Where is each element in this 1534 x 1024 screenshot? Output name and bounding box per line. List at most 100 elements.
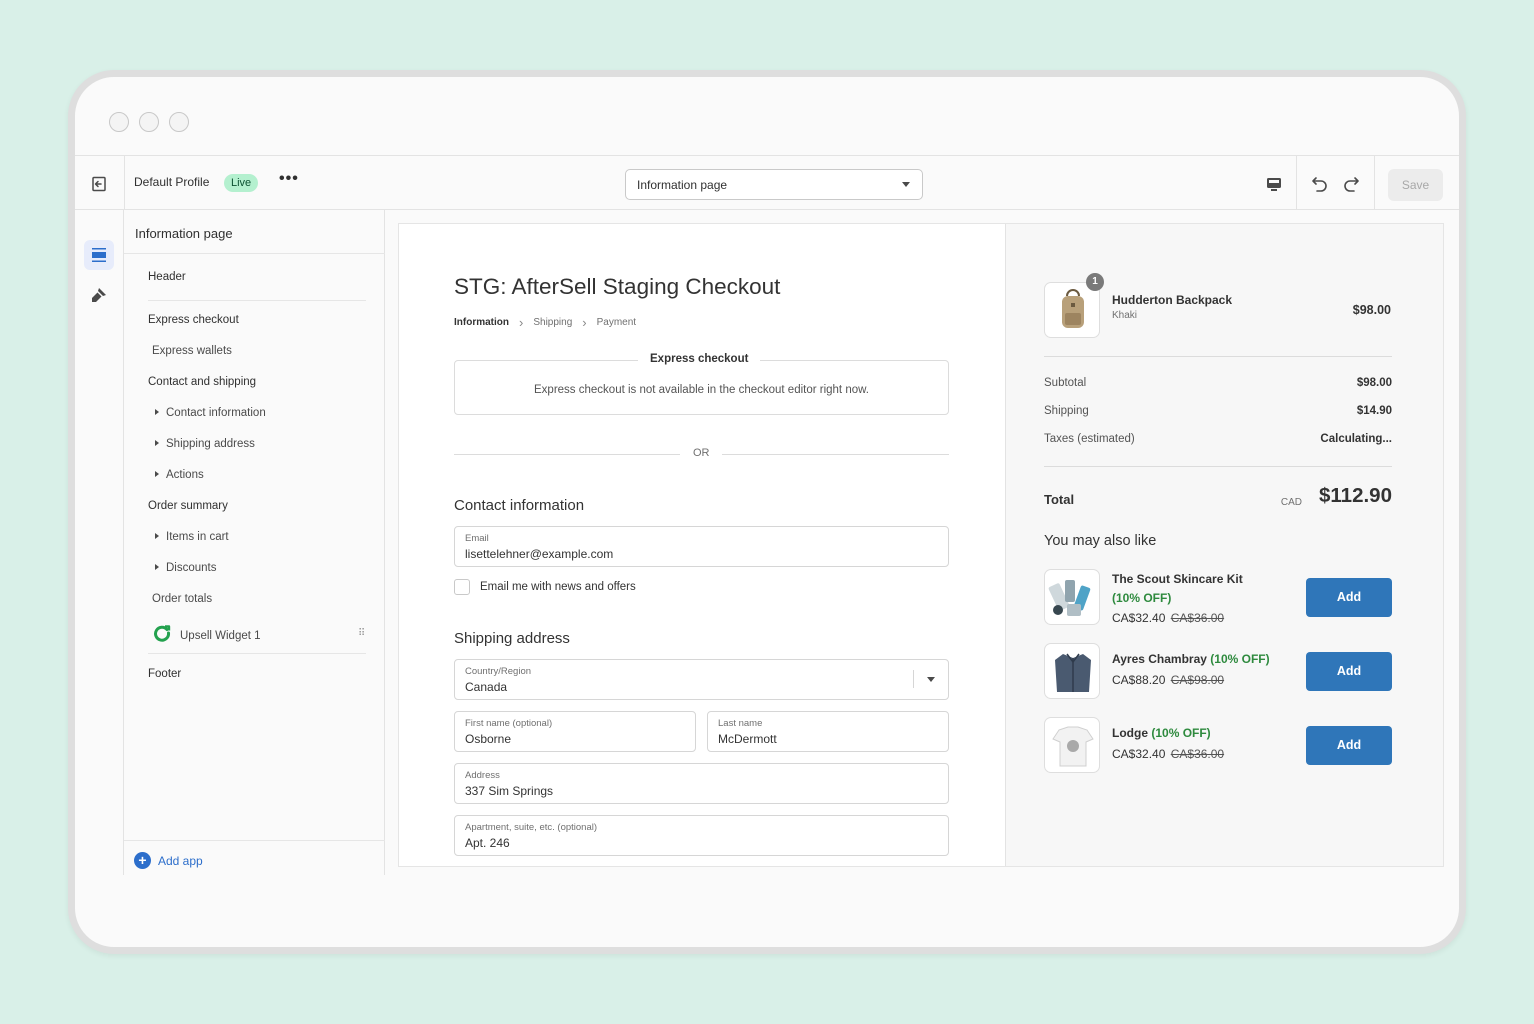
sidebar-item-shipping-address[interactable]: Shipping address [155, 438, 255, 450]
caret-right-icon [155, 409, 159, 415]
sidebar-item-label: Shipping address [166, 438, 255, 450]
first-name-field[interactable]: First name (optional) Osborne [454, 711, 696, 752]
apartment-value: Apt. 246 [465, 836, 510, 850]
total-label: Total [1044, 492, 1075, 507]
sidebar-item-contact-information[interactable]: Contact information [155, 407, 266, 419]
profile-name[interactable]: Default Profile [134, 175, 209, 189]
desktop-preview-icon[interactable] [1263, 173, 1285, 195]
add-upsell-button[interactable]: Add [1306, 578, 1392, 617]
sidebar-item-label: Items in cart [166, 531, 229, 543]
sidebar-item-upsell-widget[interactable]: Upsell Widget 1 [152, 623, 261, 646]
window-minimize-button[interactable] [139, 112, 159, 132]
upsell-name-row: Ayres Chambray (10% OFF) [1112, 652, 1270, 666]
address-field[interactable]: Address 337 Sim Springs [454, 763, 949, 804]
total-currency: CAD [1280, 497, 1302, 508]
window-close-button[interactable] [109, 112, 129, 132]
sidebar-item-label: Upsell Widget 1 [180, 630, 261, 642]
upsell-original-price: CA$36.00 [1170, 611, 1225, 625]
add-upsell-button[interactable]: Add [1306, 726, 1392, 765]
shipping-label: Shipping [1044, 405, 1089, 417]
upsell-price-row: CA$88.20 CA$98.00 [1112, 673, 1224, 687]
apartment-field[interactable]: Apartment, suite, etc. (optional) Apt. 2… [454, 815, 949, 856]
total-amount: $112.90 [1319, 484, 1392, 507]
sidebar-item-actions[interactable]: Actions [155, 469, 204, 481]
divider [1374, 156, 1375, 210]
sidebar-item-discounts[interactable]: Discounts [155, 562, 217, 574]
window-controls [109, 112, 189, 132]
upsell-thumbnail [1044, 717, 1100, 773]
upsell-price: CA$32.40 [1112, 747, 1166, 761]
exit-icon[interactable] [89, 174, 109, 194]
upsell-price: CA$32.40 [1112, 611, 1166, 625]
brush-icon [92, 288, 106, 302]
sidebar-item-items-in-cart[interactable]: Items in cart [155, 531, 229, 543]
add-app-button[interactable]: + Add app [134, 852, 203, 869]
checkbox[interactable] [454, 579, 470, 595]
taxes-row: Taxes (estimated) Calculating... [1044, 433, 1392, 445]
express-checkout-box: Express checkout Express checkout is not… [454, 353, 949, 415]
divider [1044, 466, 1392, 467]
upsell-original-price: CA$36.00 [1170, 747, 1225, 761]
email-label: Email [465, 533, 489, 544]
aftersell-app-icon [152, 623, 172, 646]
last-name-field[interactable]: Last name McDermott [707, 711, 949, 752]
newsletter-checkbox[interactable]: Email me with news and offers [454, 579, 636, 595]
sidebar-item-header[interactable]: Header [148, 271, 186, 283]
backpack-image [1062, 289, 1084, 328]
caret-right-icon [155, 471, 159, 477]
upsell-name: Lodge [1112, 726, 1148, 740]
undo-icon[interactable] [1308, 172, 1332, 196]
upsell-discount: (10% OFF) [1112, 591, 1172, 605]
subtotal-value: $98.00 [1356, 377, 1392, 389]
divider [1044, 356, 1392, 357]
divider [124, 840, 385, 841]
product-price: $98.00 [1352, 303, 1391, 317]
drag-handle-icon[interactable]: ⠿ [358, 628, 365, 639]
breadcrumb-payment[interactable]: Payment [597, 317, 636, 328]
upsell-item: Ayres Chambray (10% OFF) CA$88.20 CA$98.… [1044, 643, 1392, 703]
product-name: Hudderton Backpack [1112, 293, 1233, 307]
redo-icon[interactable] [1339, 172, 1363, 196]
or-divider: OR [454, 447, 949, 463]
sidebar-item-contact-and-shipping[interactable]: Contact and shipping [148, 376, 256, 388]
breadcrumb-information[interactable]: Information [454, 317, 509, 328]
upsell-title: You may also like [1044, 533, 1157, 549]
shop-title: STG: AfterSell Staging Checkout [454, 274, 781, 299]
subtotal-label: Subtotal [1044, 377, 1087, 389]
caret-right-icon [155, 533, 159, 539]
sections-tab[interactable] [84, 240, 114, 270]
add-upsell-button[interactable]: Add [1306, 652, 1392, 691]
chambray-shirt-image [1055, 653, 1091, 692]
sidebar-item-label: Contact information [166, 407, 266, 419]
settings-tab[interactable] [84, 280, 114, 310]
address-value: 337 Sim Springs [465, 784, 554, 798]
quantity-badge: 1 [1086, 273, 1104, 291]
chevron-right-icon: › [582, 314, 587, 330]
first-name-value: Osborne [465, 732, 512, 746]
address-label: Address [465, 770, 500, 781]
sidebar-item-express-checkout[interactable]: Express checkout [148, 314, 239, 326]
chevron-down-icon [902, 182, 910, 187]
sidebar-item-label: Actions [166, 469, 204, 481]
sidebar-item-order-summary[interactable]: Order summary [148, 500, 228, 512]
email-field[interactable]: Email lisettelehner@example.com [454, 526, 949, 567]
shipping-value: $14.90 [1356, 405, 1392, 417]
contact-section-title: Contact information [454, 497, 585, 514]
sidebar-item-express-wallets[interactable]: Express wallets [152, 345, 232, 357]
window-maximize-button[interactable] [169, 112, 189, 132]
breadcrumb-shipping[interactable]: Shipping [533, 317, 572, 328]
page-select-value: Information page [637, 178, 728, 192]
sidebar-item-order-totals[interactable]: Order totals [152, 593, 212, 605]
sections-icon [92, 248, 106, 262]
subtotal-row: Subtotal $98.00 [1044, 377, 1392, 389]
more-actions-button[interactable]: ••• [279, 170, 299, 188]
country-select[interactable]: Country/Region Canada [454, 659, 949, 700]
divider [148, 653, 366, 654]
chevron-down-icon [927, 677, 935, 682]
last-name-label: Last name [718, 718, 763, 729]
page-select[interactable]: Information page [625, 169, 923, 200]
save-button[interactable]: Save [1388, 169, 1443, 201]
tshirt-image [1052, 726, 1094, 767]
sidebar-item-footer[interactable]: Footer [148, 668, 181, 680]
order-summary: 1 Hudderton Backpack Khaki $98.00 Subtot… [1005, 224, 1443, 866]
